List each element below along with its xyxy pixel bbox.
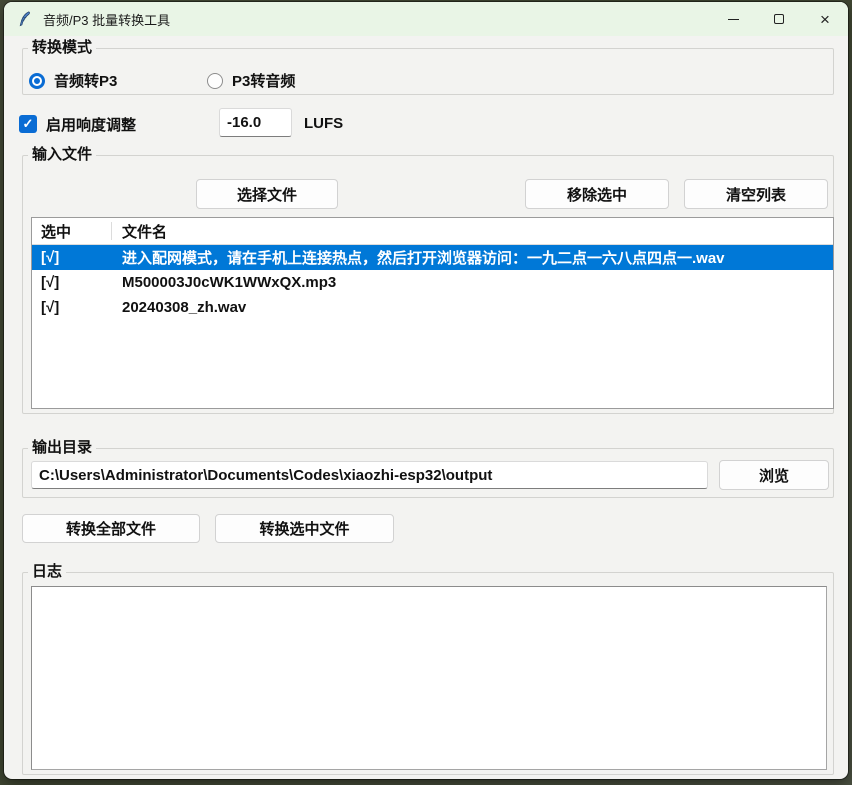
row-check-cell: [√] (32, 295, 112, 320)
conversion-mode-group: 转换模式 音频转P3 P3转音频 (22, 48, 834, 95)
convert-selected-button[interactable]: 转换选中文件 (215, 514, 394, 543)
loudness-checkbox-label: 启用响度调整 (46, 114, 136, 135)
output-path-input[interactable] (31, 461, 708, 489)
table-row[interactable]: [√] M500003J0cWK1WWxQX.mp3 (32, 270, 833, 295)
close-button[interactable]: × (802, 2, 848, 36)
row-filename-cell: M500003J0cWK1WWxQX.mp3 (112, 274, 833, 291)
clear-list-button[interactable]: 清空列表 (684, 179, 828, 209)
radio-audio-to-p3-label: 音频转P3 (54, 70, 117, 91)
log-group: 日志 (22, 572, 834, 775)
input-files-group: 输入文件 选择文件 移除选中 清空列表 选中 文件名 [√] 进入配网模式，请在… (22, 155, 834, 414)
row-check-cell: [√] (32, 270, 112, 295)
loudness-checkbox[interactable]: ✓ (19, 115, 37, 133)
close-icon: × (820, 11, 830, 28)
maximize-icon (774, 14, 784, 24)
window-controls: × (710, 2, 848, 36)
python-feather-icon (17, 11, 33, 27)
conversion-mode-label: 转换模式 (28, 39, 96, 57)
row-filename-cell: 进入配网模式，请在手机上连接热点，然后打开浏览器访问：一九二点一六八点四点一.w… (112, 247, 833, 268)
log-textarea[interactable] (31, 586, 827, 770)
maximize-button[interactable] (756, 2, 802, 36)
row-check-cell: [√] (32, 245, 112, 270)
radio-p3-to-audio[interactable]: P3转音频 (207, 70, 295, 91)
lufs-input[interactable] (219, 108, 292, 137)
radio-unselected-icon (207, 73, 223, 89)
output-dir-group: 输出目录 浏览 (22, 448, 834, 498)
file-table-header: 选中 文件名 (32, 218, 833, 245)
file-table: 选中 文件名 [√] 进入配网模式，请在手机上连接热点，然后打开浏览器访问：一九… (31, 217, 834, 409)
loudness-row: ✓ 启用响度调整 (19, 110, 136, 138)
desktop: { "window": { "title": "音频/P3 批量转换工具", "… (0, 0, 852, 785)
minimize-icon (728, 19, 739, 20)
window-title: 音频/P3 批量转换工具 (43, 10, 170, 29)
lufs-unit-label: LUFS (304, 115, 343, 132)
header-filename[interactable]: 文件名 (112, 221, 833, 242)
row-filename-cell: 20240308_zh.wav (112, 299, 833, 316)
log-label: 日志 (28, 563, 66, 581)
table-row[interactable]: [√] 20240308_zh.wav (32, 295, 833, 320)
minimize-button[interactable] (710, 2, 756, 36)
radio-selected-icon (29, 73, 45, 89)
select-files-button[interactable]: 选择文件 (196, 179, 338, 209)
convert-all-button[interactable]: 转换全部文件 (22, 514, 200, 543)
radio-audio-to-p3[interactable]: 音频转P3 (29, 70, 117, 91)
app-window: 音频/P3 批量转换工具 × 转换模式 音频转P3 P3转音频 ✓ 启用响度调整… (4, 2, 848, 779)
browse-button[interactable]: 浏览 (719, 460, 829, 490)
remove-selected-button[interactable]: 移除选中 (525, 179, 669, 209)
radio-p3-to-audio-label: P3转音频 (232, 70, 295, 91)
check-icon: ✓ (23, 116, 34, 132)
titlebar: 音频/P3 批量转换工具 × (4, 2, 848, 36)
header-checked[interactable]: 选中 (32, 218, 112, 244)
input-files-label: 输入文件 (28, 146, 96, 164)
table-row[interactable]: [√] 进入配网模式，请在手机上连接热点，然后打开浏览器访问：一九二点一六八点四… (32, 245, 833, 270)
output-dir-label: 输出目录 (28, 439, 96, 457)
